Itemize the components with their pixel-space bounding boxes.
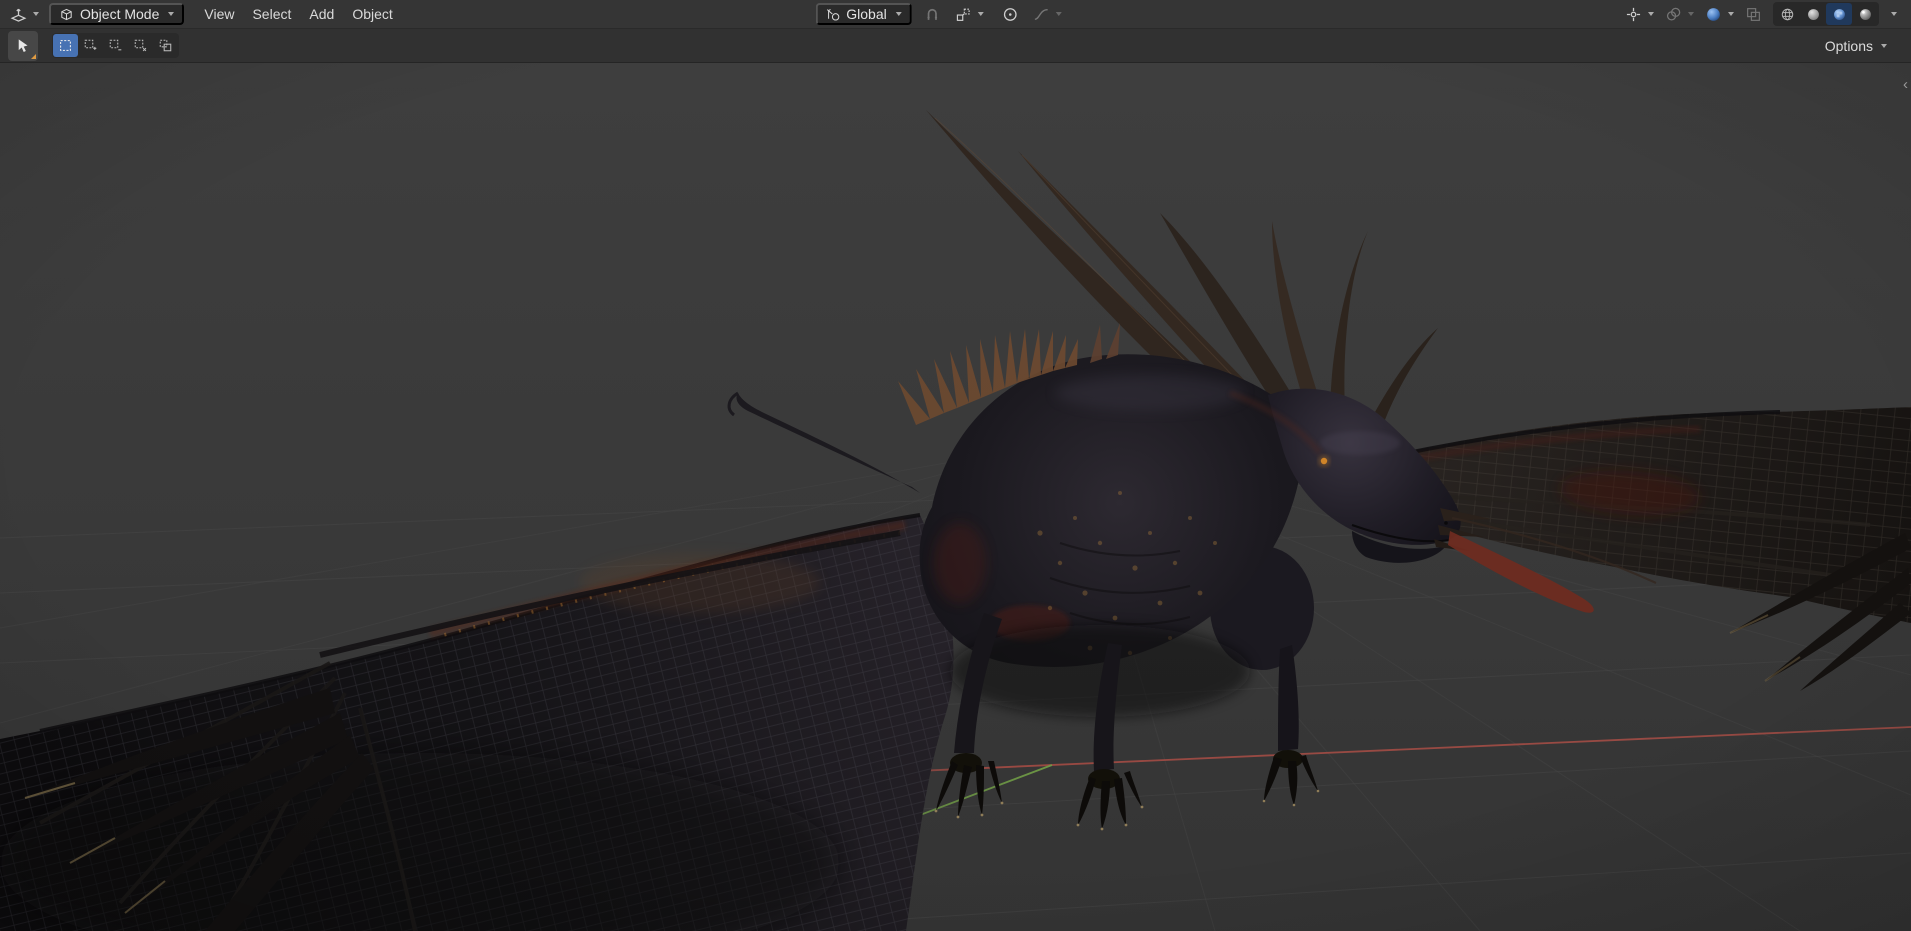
select-set-icon <box>60 40 71 51</box>
shading-material-button[interactable] <box>1826 3 1852 25</box>
scene-3d[interactable] <box>0 63 1911 931</box>
chevron-down-icon <box>1728 12 1734 16</box>
tool-settings-bar: Options <box>0 29 1911 63</box>
chevron-down-icon <box>895 12 902 16</box>
show-gizmos-icon <box>1626 7 1641 21</box>
chevron-down-icon <box>977 12 984 16</box>
mode-label: Object Mode <box>80 6 160 22</box>
menu-add[interactable]: Add <box>301 4 342 24</box>
proportional-editing-icon <box>1003 7 1017 21</box>
options-label: Options <box>1824 37 1873 54</box>
active-tool-button[interactable] <box>8 30 38 61</box>
chevron-down-icon <box>33 12 39 16</box>
object-mode-cube-icon <box>61 8 72 20</box>
chevron-down-icon <box>168 12 175 16</box>
select-invert-icon <box>134 39 147 52</box>
mode-selector[interactable]: Object Mode <box>49 3 185 25</box>
shading-rendered-button[interactable] <box>1852 3 1878 25</box>
sidebar-collapse-chevron-icon[interactable]: ‹ <box>1901 77 1910 92</box>
chevron-down-icon <box>1648 12 1654 16</box>
select-mode-set[interactable] <box>53 34 78 57</box>
menu-view[interactable]: View <box>196 4 242 24</box>
vignette-overlay <box>0 63 1911 931</box>
shading-dropdown-button[interactable] <box>1886 10 1899 18</box>
snap-target-icon <box>956 8 970 21</box>
select-mode-subtract[interactable] <box>103 34 128 57</box>
show-overlays-icon <box>1666 7 1681 21</box>
show-gizmos-dropdown[interactable] <box>1623 4 1656 25</box>
editor-type-3d-viewport-icon <box>10 8 27 22</box>
viewport-header: Object Mode View Select Add Object Globa… <box>0 0 1911 29</box>
shading-rendered-icon <box>1859 8 1871 20</box>
toggle-xray-button[interactable] <box>1743 4 1764 25</box>
toggle-xray-icon <box>1747 7 1760 21</box>
show-overlays-dropdown[interactable] <box>1663 4 1696 25</box>
options-dropdown[interactable]: Options <box>1825 38 1887 54</box>
shading-wireframe-button[interactable] <box>1774 3 1800 25</box>
snap-magnet-icon <box>927 8 938 20</box>
menu-object[interactable]: Object <box>344 4 400 24</box>
transform-orientation-dropdown[interactable]: Global <box>815 3 912 25</box>
chevron-down-icon <box>1055 12 1062 16</box>
chevron-down-icon <box>1688 12 1694 16</box>
blender-window: Object Mode View Select Add Object Globa… <box>0 0 1911 931</box>
snap-settings-dropdown[interactable] <box>953 4 986 25</box>
select-mode-extend[interactable] <box>78 34 103 57</box>
orientation-global-icon <box>826 8 839 21</box>
render-preview-dropdown[interactable] <box>1703 4 1736 25</box>
shading-solid-button[interactable] <box>1800 3 1826 25</box>
editor-type-button[interactable] <box>8 4 41 25</box>
tweak-tool-icon <box>18 39 28 52</box>
proportional-falloff-icon <box>1034 8 1048 20</box>
select-subtract-icon <box>109 39 122 51</box>
shading-material-icon <box>1833 8 1845 20</box>
select-mode-invert[interactable] <box>128 34 153 57</box>
select-intersect-icon <box>159 39 172 52</box>
proportional-editing-toggle[interactable] <box>1000 4 1021 25</box>
proportional-falloff-dropdown[interactable] <box>1031 4 1064 25</box>
select-extend-icon <box>84 39 97 50</box>
shading-solid-icon <box>1807 8 1819 20</box>
viewport-shading-group <box>1773 2 1879 26</box>
transform-snap-controls: Global <box>815 0 1063 28</box>
viewport-display-toggles <box>1623 2 1903 26</box>
shading-wireframe-icon <box>1781 8 1793 20</box>
chevron-down-icon <box>1881 43 1887 48</box>
chevron-down-icon <box>1891 12 1897 16</box>
viewport-canvas[interactable]: ‹ <box>0 63 1911 931</box>
snap-toggle-button[interactable] <box>922 4 943 25</box>
select-mode-group <box>52 33 179 58</box>
orientation-label: Global <box>846 6 887 22</box>
render-preview-icon <box>1707 7 1720 21</box>
menu-select[interactable]: Select <box>244 4 299 24</box>
select-mode-intersect[interactable] <box>153 34 178 57</box>
